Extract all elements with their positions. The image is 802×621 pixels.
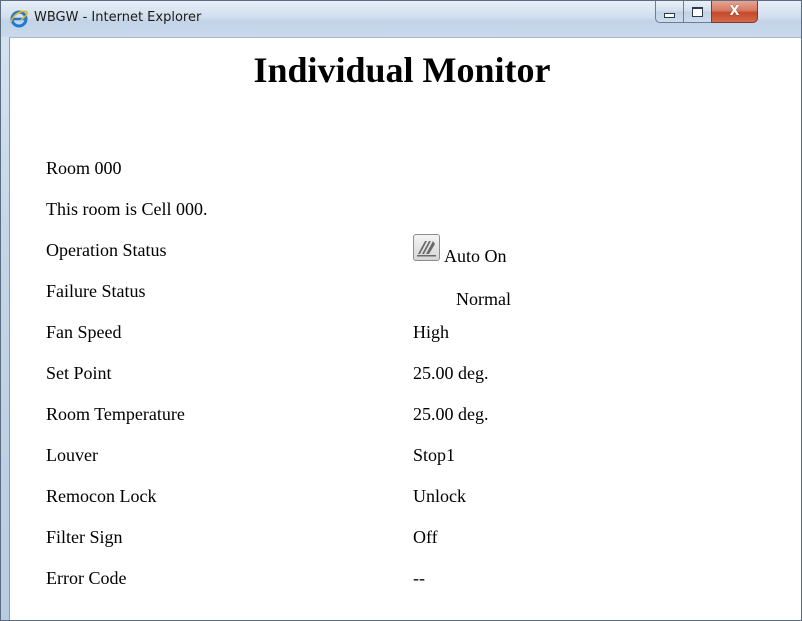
window-controls: X — [655, 1, 758, 23]
filter-sign-value: Off — [413, 527, 438, 547]
fan-speed-value: High — [413, 322, 449, 342]
operation-status-label: Operation Status — [46, 240, 167, 260]
maximize-button[interactable] — [683, 1, 711, 23]
list-item-fan-speed: Fan Speed High — [46, 312, 746, 353]
set-point-value: 25.00 deg. — [413, 363, 489, 383]
list-item-filter-sign: Filter Sign Off — [46, 517, 746, 558]
filter-sign-label: Filter Sign — [46, 527, 123, 547]
list-item-louver: Louver Stop1 — [46, 435, 746, 476]
list-item-room: Room 000 — [46, 148, 746, 189]
set-point-label: Set Point — [46, 363, 112, 383]
error-code-label: Error Code — [46, 568, 127, 588]
room-name: Room 000 — [46, 158, 122, 178]
minimize-button[interactable] — [655, 1, 683, 23]
fan-speed-label: Fan Speed — [46, 322, 122, 342]
list-item-room-temperature: Room Temperature 25.00 deg. — [46, 394, 746, 435]
page-title: Individual Monitor — [253, 50, 551, 90]
title-bar[interactable]: WBGW - Internet Explorer X — [1, 1, 801, 37]
remocon-lock-label: Remocon Lock — [46, 486, 157, 506]
list-item-operation-status: Operation Status Auto On — [46, 230, 746, 271]
louver-value: Stop1 — [413, 445, 456, 465]
close-icon: X — [729, 4, 740, 19]
operation-status-value: Auto On — [444, 246, 507, 266]
list-item-failure-status: Failure Status Normal — [46, 271, 746, 312]
louver-label: Louver — [46, 445, 98, 465]
list-item-remocon-lock: Remocon Lock Unlock — [46, 476, 746, 517]
list-item-set-point: Set Point 25.00 deg. — [46, 353, 746, 394]
browser-window: WBGW - Internet Explorer X Individual Mo… — [0, 0, 802, 621]
failure-status-label: Failure Status — [46, 281, 146, 301]
auto-mode-icon — [413, 234, 440, 261]
minimize-icon — [664, 13, 675, 18]
failure-status-value: Normal — [456, 289, 511, 309]
internet-explorer-icon — [10, 10, 28, 28]
list-item-error-code: Error Code -- — [46, 558, 746, 599]
close-button[interactable]: X — [711, 1, 758, 23]
window-title: WBGW - Internet Explorer — [34, 10, 202, 25]
status-list: Room 000 This room is Cell 000. Operatio… — [46, 148, 746, 599]
room-temperature-label: Room Temperature — [46, 404, 185, 424]
list-item-cell: This room is Cell 000. — [46, 189, 746, 230]
maximize-icon — [692, 6, 703, 17]
error-code-value: -- — [413, 568, 425, 588]
room-temperature-value: 25.00 deg. — [413, 404, 489, 424]
remocon-lock-value: Unlock — [413, 486, 466, 506]
room-cell-text: This room is Cell 000. — [46, 199, 208, 219]
